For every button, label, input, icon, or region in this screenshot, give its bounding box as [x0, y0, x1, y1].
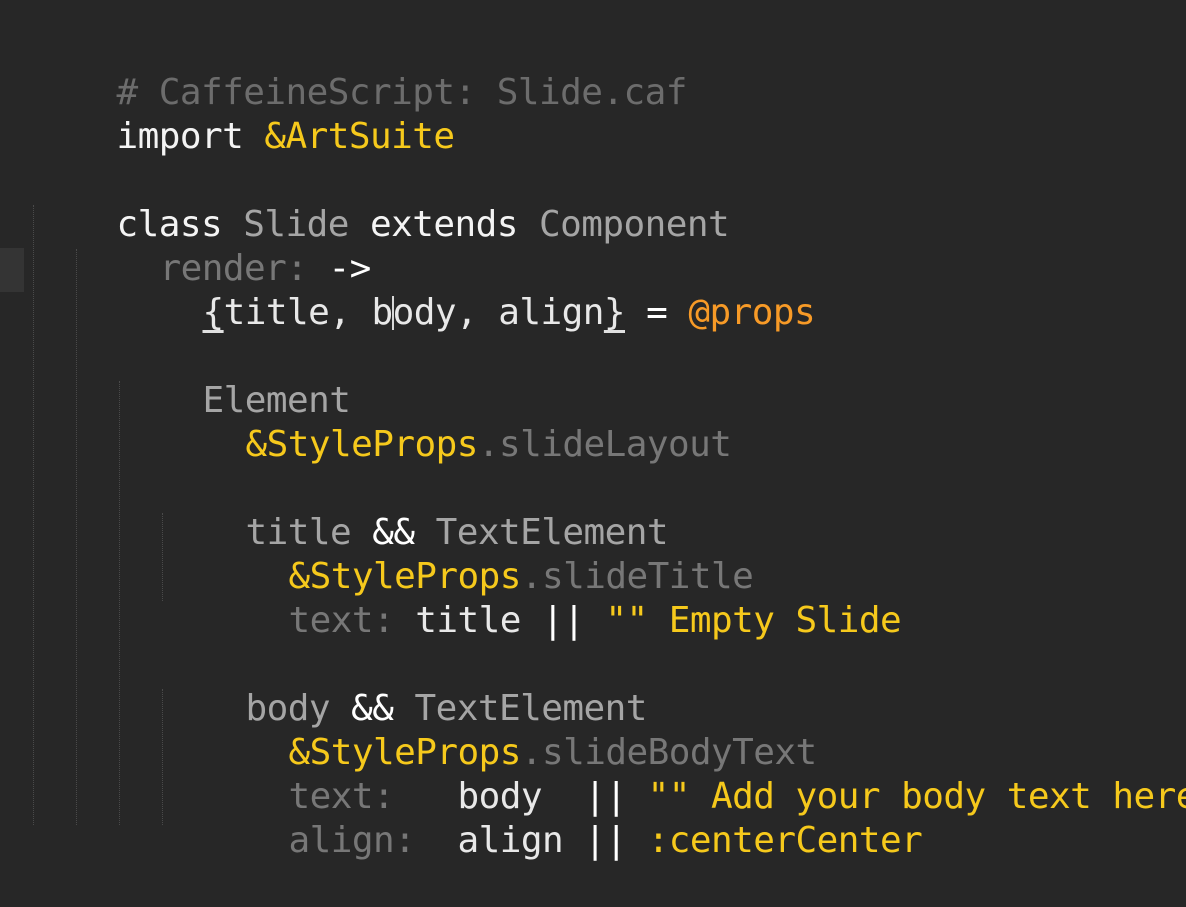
code-line-title-text: text: title || "" Empty Slide: [204, 555, 902, 641]
indent-guide: [33, 205, 34, 825]
extends-keyword: extends: [370, 204, 518, 245]
default-string: "" Empty Slide: [605, 600, 902, 641]
code-line-destructure: {title, body, align} = @props: [118, 247, 816, 333]
import-module: &ArtSuite: [264, 116, 455, 157]
code-line-body-text: text: body || "" Add your body text here…: [204, 731, 1186, 817]
equals-operator: =: [646, 292, 668, 333]
default-symbol: :centerCenter: [647, 820, 923, 861]
code-line-slide-title: &StyleProps.slideTitle: [204, 511, 754, 597]
code-line-slide-body: &StyleProps.slideBodyText: [204, 687, 818, 773]
title-ident: title: [415, 600, 521, 641]
align-key: align:: [288, 820, 416, 861]
base-class-name: Component: [539, 204, 730, 245]
import-keyword: import: [116, 116, 244, 157]
code-line-slide-layout: &StyleProps.slideLayout: [161, 379, 732, 465]
indent-guide: [76, 249, 77, 825]
props-ref: @props: [688, 292, 816, 333]
brace-close: }: [603, 292, 626, 333]
code-line-render: render: ->: [75, 203, 372, 289]
code-line-import: import &ArtSuite: [32, 71, 456, 157]
code-line-body-cond: body && TextElement: [161, 643, 648, 729]
text-key: text:: [288, 600, 395, 641]
style-prop-name: .slideLayout: [477, 424, 732, 465]
style-props-ref: &StyleProps: [245, 424, 479, 465]
code-editor[interactable]: # CaffeineScript: Slide.caf import &ArtS…: [0, 0, 1186, 861]
or-operator: ||: [584, 820, 627, 861]
destructure-part-2: ody, align: [392, 292, 605, 333]
current-line-gutter-highlight: [0, 248, 24, 292]
code-line-comment: # CaffeineScript: Slide.caf: [32, 27, 688, 113]
code-line-body-align: align: align || :centerCenter: [204, 775, 923, 861]
code-line-title-cond: title && TextElement: [161, 467, 669, 553]
destructure-part-1: title, b: [223, 292, 394, 333]
brace-open: {: [202, 292, 225, 333]
or-operator: ||: [542, 600, 585, 641]
align-ident: align: [457, 820, 564, 861]
code-line-element: Element: [118, 335, 351, 421]
code-line-class: class Slide extends Component: [32, 159, 730, 245]
